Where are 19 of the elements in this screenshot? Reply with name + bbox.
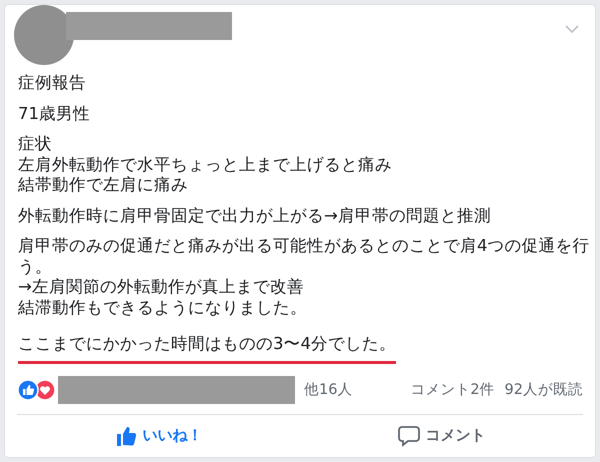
- post-text-line: ここまでにかかった時間はものの3〜4分でした。: [18, 334, 396, 354]
- like-button[interactable]: いいね！: [17, 414, 300, 457]
- post-text-line: 結滞動作もできるようになりました。: [18, 298, 308, 318]
- thumbs-up-icon: [114, 424, 136, 447]
- post-text-line: 左肩外転動作で水平ちょっと上まで上げると痛み: [18, 154, 392, 175]
- post-text-line: 症例報告: [18, 73, 86, 94]
- reaction-icons: [17, 378, 57, 400]
- others-count[interactable]: 他16人: [304, 380, 352, 399]
- post-text-line: 結帯動作で左肩に痛み: [18, 175, 189, 196]
- comment-button[interactable]: コメント: [300, 414, 583, 457]
- post-text-line: →左肩関節の外転動作が真上まで改善: [18, 277, 305, 298]
- post-text-line: 71歳男性: [18, 104, 90, 124]
- seen-count[interactable]: 92人が既読: [504, 380, 583, 399]
- post-text-line: 肩甲帯のみの促通だと痛みが出る可能性があるとのことで肩4つの促通を行う。: [18, 236, 590, 277]
- post-text-line: 症状: [18, 134, 53, 154]
- comment-count[interactable]: コメント2件: [410, 380, 495, 399]
- chevron-down-icon[interactable]: [565, 25, 579, 33]
- post-text-line: 外転動作時に肩甲骨固定で出力が上がる→肩甲帯の問題と推測: [18, 206, 491, 226]
- speech-bubble-icon: [398, 424, 420, 447]
